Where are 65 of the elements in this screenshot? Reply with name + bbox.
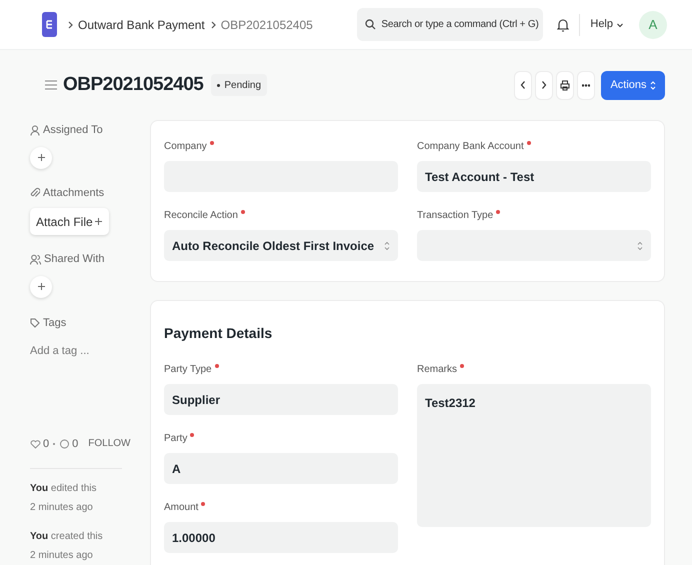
- page-title: OBP2021052405: [63, 72, 204, 97]
- tag-icon: [30, 318, 40, 328]
- breadcrumb-link[interactable]: OBP2021052405: [220, 16, 313, 34]
- next-button[interactable]: [536, 72, 552, 98]
- app-logo[interactable]: [42, 12, 57, 37]
- status-badge: Pending: [211, 74, 268, 96]
- notifications-button[interactable]: [557, 18, 570, 32]
- field-label: Amount: [164, 500, 398, 515]
- printer-icon: [560, 80, 570, 90]
- input-field[interactable]: Test Account - Test: [417, 161, 651, 192]
- chevron-left-icon: [519, 80, 527, 90]
- actions-button[interactable]: Actions: [601, 70, 665, 100]
- follow-button[interactable]: FOLLOW: [88, 436, 130, 452]
- breadcrumb-link[interactable]: Outward Bank Payment: [78, 16, 205, 34]
- search-icon: [365, 19, 376, 30]
- sidebar-label: Assigned To: [43, 123, 103, 138]
- activity-text: You created this: [30, 530, 104, 544]
- more-button[interactable]: [578, 72, 594, 98]
- select-field[interactable]: Auto Reconcile Oldest First Invoice: [164, 230, 398, 261]
- sidebar-label: Shared With: [44, 252, 105, 267]
- comment-count: 0: [72, 436, 78, 452]
- chevron-right-icon: [540, 80, 548, 90]
- sort-icon: [650, 80, 656, 90]
- ellipsis-icon: [582, 84, 590, 86]
- caret-icon: [616, 20, 624, 28]
- paperclip-icon: [30, 187, 40, 198]
- user-icon: [30, 124, 40, 136]
- heart-icon: [30, 438, 41, 449]
- textarea-field[interactable]: Test2312: [417, 384, 651, 527]
- input-field[interactable]: A: [164, 453, 398, 484]
- add-tag-link[interactable]: Add a tag ...: [30, 343, 135, 360]
- activity-time: 2 minutes ago: [30, 549, 94, 563]
- section-title: Payment Details: [164, 324, 274, 343]
- menu-icon: [45, 80, 57, 90]
- users-icon: [30, 254, 41, 265]
- sort-icon: [637, 240, 643, 250]
- activity-time: 2 minutes ago: [30, 501, 94, 515]
- add-button[interactable]: [30, 146, 52, 168]
- field-label: Transaction Type: [417, 208, 651, 223]
- search-field[interactable]: Search or type a command (Ctrl + G): [357, 8, 544, 41]
- help-dropdown[interactable]: Help: [590, 16, 624, 33]
- field-label: Remarks: [417, 362, 651, 377]
- activity-text: You edited this: [30, 482, 98, 496]
- field-label: Company: [164, 139, 398, 154]
- plus-icon: [36, 153, 46, 162]
- like-count: 0: [43, 436, 50, 452]
- bell-icon: [557, 18, 570, 32]
- previous-button[interactable]: [515, 72, 531, 98]
- field-label: Reconcile Action: [164, 208, 398, 223]
- input-field[interactable]: 1.00000: [164, 522, 398, 553]
- sidebar-label: Tags: [43, 316, 66, 330]
- logo-icon: [46, 19, 53, 30]
- print-button[interactable]: [557, 72, 573, 98]
- input-field[interactable]: Supplier: [164, 384, 398, 415]
- sort-icon: [384, 240, 390, 250]
- plus-icon: [94, 217, 103, 226]
- comment-icon: [59, 438, 70, 449]
- field-label: Party: [164, 431, 398, 446]
- plus-icon: [36, 282, 46, 291]
- select-field[interactable]: [417, 230, 651, 261]
- sidebar-label: Attachments: [43, 186, 104, 200]
- field-label: Company Bank Account: [417, 139, 651, 154]
- add-button[interactable]: [30, 276, 52, 298]
- field-label: Party Type: [164, 362, 398, 377]
- attach-file-button[interactable]: Attach File: [30, 208, 109, 235]
